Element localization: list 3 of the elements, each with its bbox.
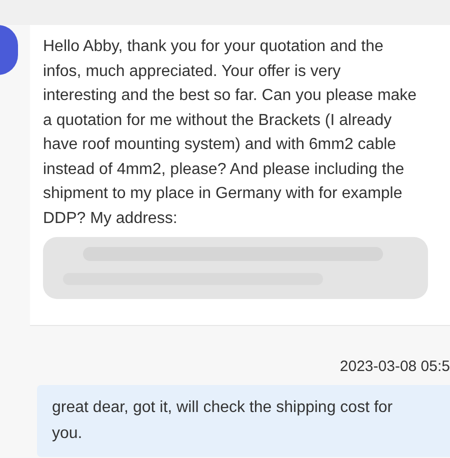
message-timestamp: 2023-03-08 05:5: [340, 357, 450, 377]
message-text: Hello Abby, thank you for your quotation and the infos, much appreciated. Your offer is very interesting and the best so far. Can you please make a quotation for me without the Brackets (I already have roof mounting system) and with 6mm2 cable instead of 4mm2, please? And please including the shipment to my place in Germany with for example DDP? My address:: [43, 37, 417, 228]
message-text: great dear, got it, will check the shipping cost for you.: [52, 398, 394, 444]
